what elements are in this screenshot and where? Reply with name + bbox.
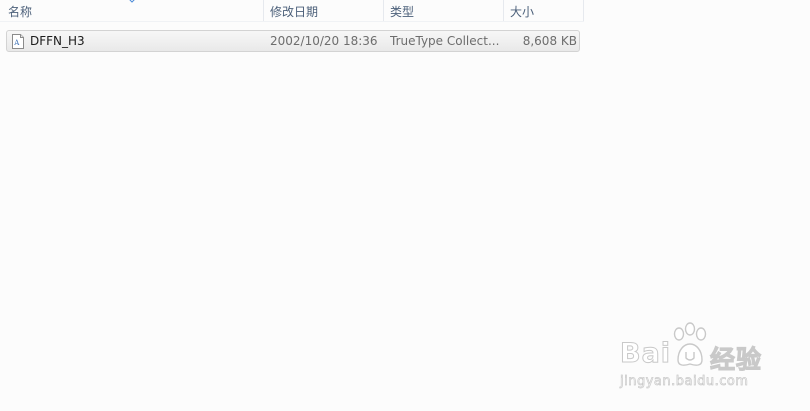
font-file-icon: A — [12, 34, 24, 49]
svg-text:A: A — [13, 39, 20, 47]
column-header-name-label: 名称 — [8, 4, 33, 19]
column-header-date[interactable]: 修改日期 — [264, 0, 384, 22]
file-type: TrueType Collect... — [390, 34, 500, 48]
file-name: DFFN_H3 — [30, 34, 85, 48]
column-header-type[interactable]: 类型 — [384, 0, 504, 22]
watermark-brand-left: Bai — [619, 338, 672, 370]
baidu-jingyan-watermark: Bai 经验 jingyan.baidu.com — [619, 322, 770, 394]
column-header-name[interactable]: 名称 — [2, 0, 264, 22]
column-header-size[interactable]: 大小 — [504, 0, 584, 22]
file-modified-date: 2002/10/20 18:36 — [270, 34, 378, 48]
column-header-size-label: 大小 — [510, 4, 535, 19]
column-header-type-label: 类型 — [390, 4, 415, 19]
baidu-paw-icon — [673, 322, 707, 366]
column-header-date-label: 修改日期 — [270, 4, 319, 19]
file-row[interactable]: A DFFN_H3 2002/10/20 18:36 TrueType Coll… — [6, 30, 580, 52]
header-divider — [0, 21, 584, 22]
file-size: 8,608 KB — [522, 34, 577, 48]
sort-indicator-icon — [129, 0, 135, 3]
watermark-url: jingyan.baidu.com — [620, 374, 749, 390]
watermark-brand-right: 经验 — [709, 345, 763, 375]
